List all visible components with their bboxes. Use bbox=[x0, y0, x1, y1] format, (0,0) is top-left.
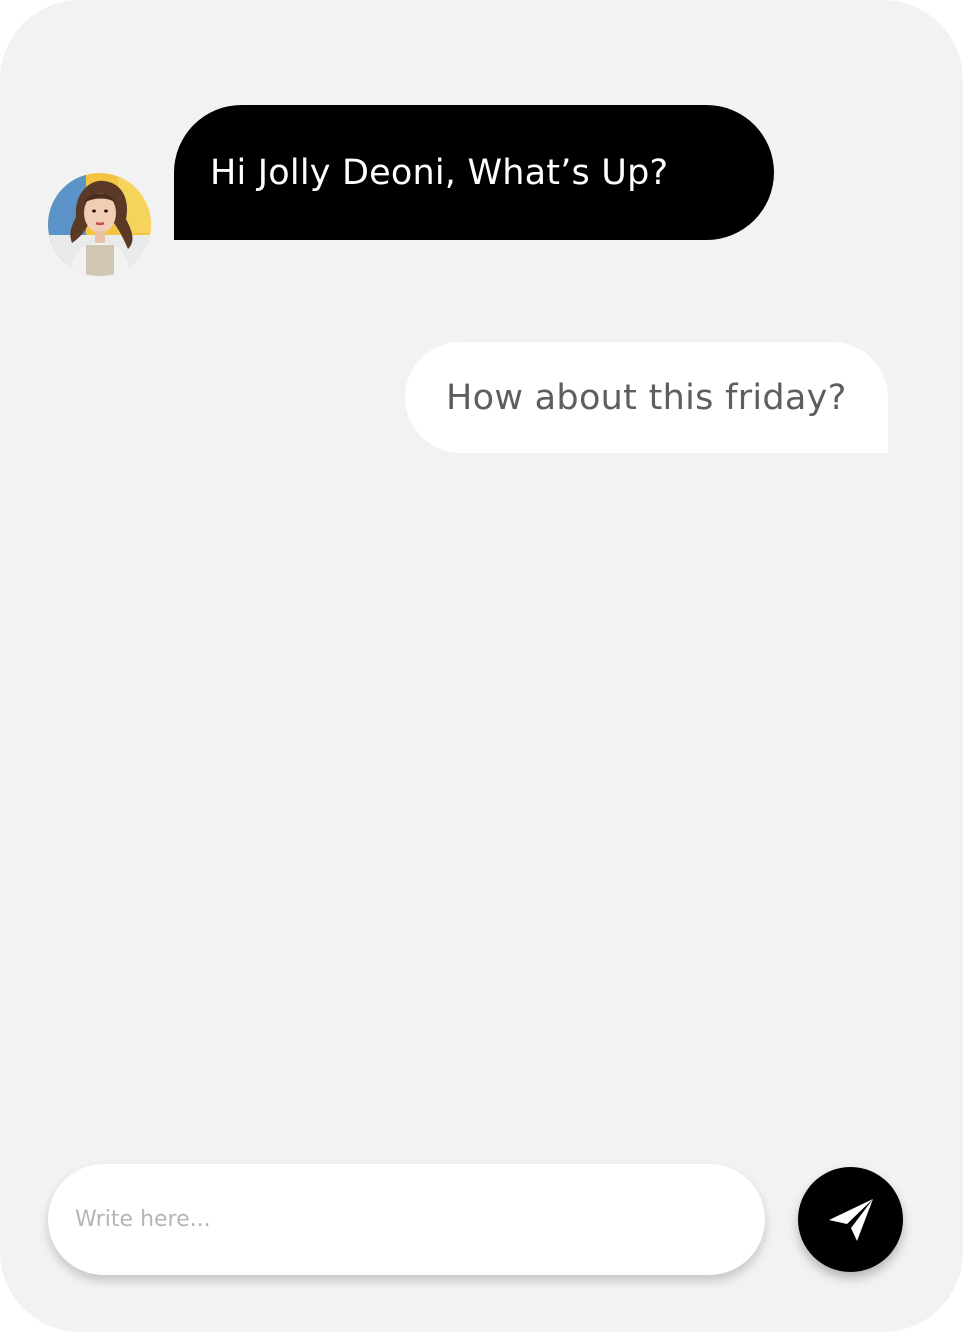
incoming-message-bubble: Hi Jolly Deoni, What’s Up? bbox=[174, 105, 774, 240]
outgoing-message-bubble: How about this friday? bbox=[405, 342, 888, 453]
send-icon bbox=[828, 1198, 873, 1241]
avatar-photo bbox=[48, 173, 151, 276]
chat-window: Hi Jolly Deoni, What’s Up? How about thi… bbox=[0, 0, 963, 1332]
outgoing-message-text: How about this friday? bbox=[446, 377, 847, 418]
message-composer bbox=[48, 1164, 765, 1275]
avatar[interactable] bbox=[48, 173, 151, 276]
message-input[interactable] bbox=[75, 1164, 735, 1275]
incoming-message-text: Hi Jolly Deoni, What’s Up? bbox=[210, 152, 669, 193]
send-button[interactable] bbox=[798, 1167, 903, 1272]
